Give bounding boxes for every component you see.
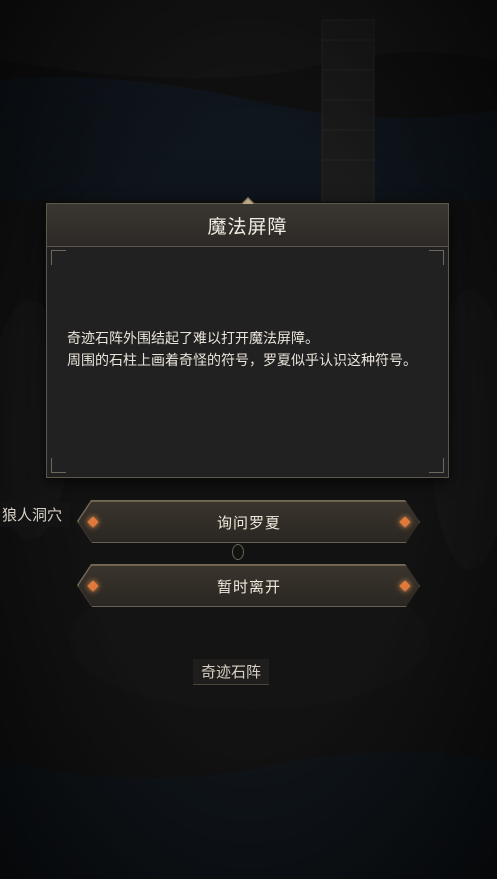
gem-icon	[399, 516, 410, 527]
gem-icon	[399, 580, 410, 591]
path-marker-icon	[232, 544, 244, 560]
gem-icon	[87, 580, 98, 591]
choice-label: 询问罗夏	[216, 513, 281, 532]
gem-icon	[87, 516, 98, 527]
dialog-text-line: 周围的石柱上画着奇怪的符号，罗夏似乎认识这种符号。	[67, 353, 417, 369]
corner-ornament	[429, 458, 444, 473]
choice-leave-button[interactable]: 暂时离开	[78, 565, 420, 607]
event-dialog: 魔法屏障 奇迹石阵外围结起了难以打开魔法屏障。 周围的石柱上画着奇怪的符号，罗夏…	[46, 196, 449, 478]
choice-ask-rosha-button[interactable]: 询问罗夏	[78, 501, 420, 543]
dialog-text-line: 奇迹石阵外围结起了难以打开魔法屏障。	[67, 331, 319, 347]
location-label-miracle-stones[interactable]: 奇迹石阵	[193, 659, 270, 685]
corner-ornament	[429, 250, 444, 265]
dialog-header: 魔法屏障	[47, 204, 448, 247]
location-label-werewolf-cave[interactable]: 狼人洞穴	[0, 502, 71, 527]
corner-ornament	[51, 458, 66, 473]
corner-ornament	[51, 250, 66, 265]
dialog-title: 魔法屏障	[207, 215, 288, 238]
choice-label: 暂时离开	[216, 577, 281, 596]
dialog-body: 奇迹石阵外围结起了难以打开魔法屏障。 周围的石柱上画着奇怪的符号，罗夏似乎认识这…	[67, 328, 428, 372]
